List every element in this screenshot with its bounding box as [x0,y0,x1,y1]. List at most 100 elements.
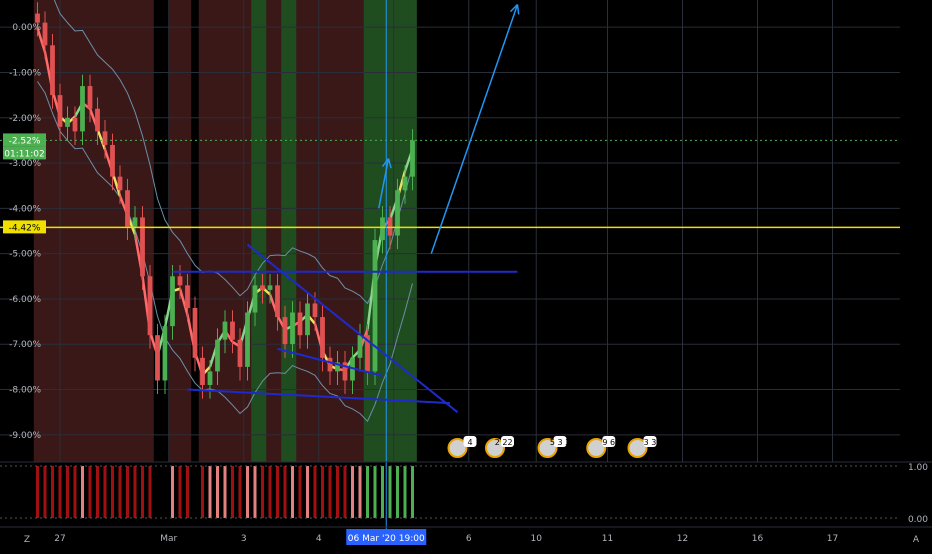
indicator-bar [43,466,47,518]
indicator-bar [276,466,279,518]
y-tick-label: -7.00% [9,340,41,350]
indicator-bar [246,466,249,518]
x-tick-label: 16 [752,534,764,544]
chart[interactable]: 1.00 0.00 0.00% -1.00% -2.00% -3.00% -4.00% -5… [0,0,932,550]
candle[interactable] [245,312,250,367]
indicator-bar [111,466,114,518]
indicator-bar [321,466,324,518]
candle[interactable] [252,285,258,313]
indicator-bar [51,466,54,518]
trend-zone [311,0,320,462]
candle[interactable] [230,321,235,340]
candle[interactable] [177,276,183,286]
candle[interactable] [395,190,400,236]
candle[interactable] [192,308,198,358]
candle[interactable] [72,117,78,132]
candle[interactable] [327,357,333,372]
indicator-bar [186,466,189,518]
indicator-bar [201,466,204,518]
indicator-bar [66,466,69,518]
trend-zone [333,0,342,462]
trend-zone [318,0,327,462]
candle[interactable] [42,22,48,46]
candle[interactable] [170,276,175,327]
candle[interactable] [147,276,153,336]
candle[interactable] [140,217,145,277]
corner-label-right: A [913,535,920,545]
indicator-bar [171,466,174,518]
x-tick-label: Mar [160,534,177,544]
candle[interactable] [50,45,55,96]
candle[interactable] [185,285,190,308]
candle[interactable] [380,217,385,241]
candle[interactable] [162,326,168,381]
candle[interactable] [87,86,93,109]
candle[interactable] [305,303,310,336]
candle[interactable] [312,303,318,318]
trend-zone [213,0,222,462]
candle[interactable] [222,321,228,340]
candle[interactable] [125,190,130,227]
indicator-bar [96,466,99,518]
candle[interactable] [200,357,205,385]
indicator-bar [268,466,272,518]
trend-zone [356,0,365,462]
indicator-bar [388,466,392,518]
indicator-bar [253,466,257,518]
indicator-bar [148,466,152,518]
x-tick-label: 12 [677,534,688,544]
trend-zone [191,0,200,462]
candle[interactable] [357,335,363,358]
trend-zone [183,0,192,462]
x-tick-label: 27 [54,534,65,544]
candle[interactable] [410,140,415,177]
event-count: 9 6 [602,438,615,447]
y-tick-label: -9.00% [9,431,41,441]
trend-zone [288,0,297,462]
candle[interactable] [110,144,115,177]
candle[interactable] [57,95,63,127]
candle[interactable] [80,86,85,132]
candle[interactable] [290,312,295,345]
corner-label-left: Z [24,535,30,545]
time-marker-text: 06 Mar '20 19:00 [348,534,425,544]
candle[interactable] [117,176,123,191]
indicator-bar [141,466,144,518]
chart-canvas[interactable]: 1.00 0.00 0.00% -1.00% -2.00% -3.00% -4.00% -5… [0,0,932,550]
candle[interactable] [260,285,265,290]
trend-zone [168,0,177,462]
indicator-bar [373,466,377,518]
indicator-bar [283,466,287,518]
candle[interactable] [282,317,288,345]
candle[interactable] [237,339,243,367]
candle[interactable] [320,317,325,358]
candle[interactable] [267,285,273,290]
y-tick-label: -3.00% [9,159,41,169]
candle[interactable] [387,217,393,236]
candle[interactable] [215,339,220,372]
indicator-bar [208,466,212,518]
candle[interactable] [372,240,378,372]
candle[interactable] [155,335,160,381]
x-tick-label: 4 [316,534,322,544]
candle[interactable] [65,117,70,127]
trend-zone [363,0,372,462]
indicator-bar [351,466,354,518]
trend-zone [86,0,95,462]
y-tick-label: -1.00% [9,68,41,78]
candle[interactable] [297,312,303,336]
candle[interactable] [132,217,138,227]
indicator-axis-label: 1.00 [908,463,928,473]
indicator-bar [411,466,414,518]
indicator-bar [381,466,384,518]
trend-zone [273,0,282,462]
trend-zone [146,0,155,462]
candle[interactable] [207,371,213,385]
candle[interactable] [35,13,40,23]
x-tick-label: 10 [531,534,543,544]
candle[interactable] [402,176,408,191]
candle[interactable] [275,285,280,318]
candle[interactable] [102,131,108,145]
candle[interactable] [95,108,100,132]
y-tick-label: 0.00% [12,23,41,33]
